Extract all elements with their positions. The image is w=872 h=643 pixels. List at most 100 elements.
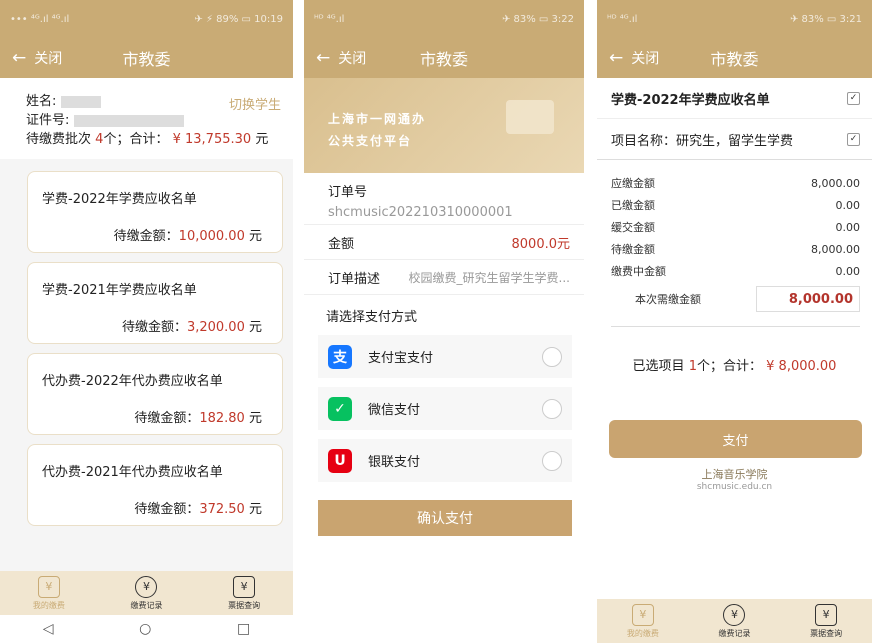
app-header: ← 关闭 市教委 — [0, 38, 293, 78]
close-button[interactable]: 关闭 — [631, 48, 659, 68]
detail-row: 缓交金额 0.00 — [597, 216, 872, 238]
pending-mid: 个；合计： — [103, 132, 169, 147]
id-redacted — [73, 114, 184, 127]
receipt-icon: ¥ — [815, 603, 838, 626]
confirm-payment-button[interactable]: 确认支付 — [318, 500, 572, 536]
switch-student-link[interactable]: 切换学生 — [229, 96, 281, 115]
bill-card[interactable]: 学费-2021年学费应收名单待缴金额：3,200.00 元 — [27, 262, 283, 344]
pay-button[interactable]: 支付 — [609, 420, 862, 458]
back-arrow-icon[interactable]: ← — [609, 48, 623, 68]
app-header: ← 关闭 市教委 — [304, 38, 584, 78]
bill-card[interactable]: 代办费-2022年代办费应收名单 待缴金额：182.80 元 — [27, 353, 283, 435]
bill-amount-line: 待缴金额：182.80 元 — [134, 407, 262, 426]
bill-amount: 182.80 — [199, 411, 245, 426]
pending-prefix: 待缴费批次 — [26, 132, 92, 147]
name-label: 姓名: — [26, 94, 57, 109]
status-bar: ••• ⁴ᴳ.ıl ⁴ᴳ.ıl ✈ ⚡ 89% ▭ 10:19 — [0, 0, 293, 38]
bill-amount-line: 待缴金额：372.50 元 — [134, 498, 262, 517]
status-left: ••• ⁴ᴳ.ıl ⁴ᴳ.ıl — [10, 13, 70, 25]
pending-unit: 元 — [255, 132, 269, 147]
order-value: shcmusic202210310000001 — [328, 205, 513, 220]
detail-value: 0.00 — [835, 220, 861, 234]
radio-button[interactable] — [542, 398, 562, 419]
detail-row: 已缴金额 0.00 — [597, 194, 872, 216]
status-right: ✈ 83% ▭ 3:21 — [789, 13, 862, 25]
status-bar: ᴴᴰ ⁴ᴳ.ıl ✈ 83% ▭ 3:21 — [597, 0, 872, 38]
bill-title-row[interactable]: 学费-2022年学费应收名单 ✓ — [597, 78, 872, 119]
tab-my-payments[interactable]: ¥ 我的缴费 — [32, 575, 65, 611]
tab-label: 我的缴费 — [626, 628, 659, 638]
bill-name: 学费-2021年学费应收名单 — [42, 283, 197, 298]
description-label: 订单描述 — [328, 271, 381, 287]
bill-amount-line: 待缴金额：10,000.00 元 — [114, 225, 262, 244]
order-number-row: 订单号 shcmusic202210310000001 — [304, 173, 584, 225]
bill-amount: 3,200.00 — [186, 320, 245, 335]
pending-summary: 待缴费批次 4个；合计： ¥ 13,755.30 元 — [26, 130, 273, 149]
back-arrow-icon[interactable]: ← — [316, 48, 330, 68]
receipt-icon: ¥ — [233, 575, 256, 598]
pending-total: ¥ 13,755.30 — [172, 132, 252, 147]
amount-unit: 元 — [248, 229, 262, 244]
amount-label: 待缴金额： — [134, 411, 200, 426]
close-button[interactable]: 关闭 — [34, 48, 62, 68]
summary-prefix: 已选项目 — [632, 359, 685, 374]
amount-label: 待缴金额： — [121, 320, 187, 335]
tab-payment-records[interactable]: ¥ 缴费记录 — [718, 603, 750, 639]
tab-receipt-query[interactable]: ¥ 票据查询 — [810, 603, 842, 639]
due-label: 本次需缴金额 — [635, 293, 701, 306]
bill-list-screen: ••• ⁴ᴳ.ıl ⁴ᴳ.ıl ✈ ⚡ 89% ▭ 10:19 ← 关闭 市教委… — [0, 0, 293, 643]
radio-button[interactable] — [542, 450, 562, 471]
nav-home-icon[interactable]: ○ — [139, 621, 151, 637]
detail-label: 缴费中金额 — [611, 265, 666, 278]
bill-amount: 372.50 — [199, 502, 245, 517]
status-left: ᴴᴰ ⁴ᴳ.ıl — [314, 13, 345, 25]
back-arrow-icon[interactable]: ← — [12, 48, 26, 68]
close-button[interactable]: 关闭 — [338, 48, 366, 68]
house-yuan-icon: ¥ — [631, 603, 654, 626]
platform-banner: 上海市一网通办 公共支付平台 — [304, 78, 584, 173]
bottom-tab-bar: ¥ 我的缴费 ¥ 缴费记录 ¥ 票据查询 — [597, 599, 872, 643]
tab-receipt-query[interactable]: ¥ 票据查询 — [228, 575, 260, 611]
checkbox-checked-icon[interactable]: ✓ — [847, 132, 860, 146]
amount-label: 待缴金额： — [134, 502, 200, 517]
order-label: 订单号 — [328, 185, 368, 200]
yuan-circle-icon: ¥ — [135, 575, 158, 598]
tab-my-payments[interactable]: ¥ 我的缴费 — [626, 603, 659, 639]
due-amount-row: 本次需缴金额 8,000.00 — [611, 286, 860, 327]
amount-row: 金额 8000.0元 — [304, 225, 584, 260]
app-header: ← 关闭 市教委 — [597, 38, 872, 78]
item-row[interactable]: 项目名称：研究生，留学生学费 ✓ — [597, 119, 872, 160]
detail-row: 应缴金额 8,000.00 — [597, 172, 872, 194]
unionpay-icon: U — [328, 448, 352, 473]
detail-label: 缓交金额 — [611, 221, 655, 234]
system-nav-bar: ◁ ○ □ — [0, 615, 293, 643]
description-row: 订单描述 校园缴费_研究生留学生学费... — [304, 260, 584, 295]
detail-row: 待缴金额 8,000.00 — [597, 238, 872, 260]
nav-recent-icon[interactable]: □ — [237, 621, 250, 637]
id-label: 证件号: — [26, 113, 70, 128]
nav-back-icon[interactable]: ◁ — [43, 621, 54, 637]
payment-option-label: 支付宝支付 — [368, 351, 434, 366]
bill-amount: 10,000.00 — [178, 229, 245, 244]
radio-button[interactable] — [542, 346, 562, 367]
detail-row: 缴费中金额 0.00 — [597, 260, 872, 282]
selection-summary: 已选项目 1个；合计： ¥ 8,000.00 — [597, 355, 872, 374]
detail-value: 8,000.00 — [811, 242, 860, 256]
status-right: ✈ ⚡ 89% ▭ 10:19 — [194, 13, 283, 25]
bill-amount-line: 待缴金额：3,200.00 元 — [122, 316, 262, 335]
checkbox-checked-icon[interactable]: ✓ — [847, 91, 860, 105]
bill-title: 学费-2022年学费应收名单 — [611, 92, 770, 108]
wechat-pay-icon: ✓ — [328, 396, 352, 421]
due-amount-input[interactable]: 8,000.00 — [756, 286, 860, 312]
banner-line1: 上海市一网通办 — [328, 112, 427, 126]
tab-label: 我的缴费 — [32, 600, 65, 610]
payment-option-alipay[interactable]: 支 支付宝支付 — [318, 335, 572, 378]
banner-line2: 公共支付平台 — [328, 134, 413, 148]
bill-card[interactable]: 学费-2022年学费应收名单 待缴金额：10,000.00 元 — [27, 171, 283, 253]
bill-card[interactable]: 代办费-2021年代办费应收名单 待缴金额：372.50 元 — [27, 444, 283, 526]
payment-option-wechat-pay[interactable]: ✓ 微信支付 — [318, 387, 572, 430]
tab-payment-records[interactable]: ¥ 缴费记录 — [130, 575, 162, 611]
payment-option-unionpay[interactable]: U 银联支付 — [318, 439, 572, 482]
bottom-tab-bar: ¥ 我的缴费 ¥ 缴费记录 ¥ 票据查询 — [0, 571, 293, 615]
amount-value: 8000.0元 — [511, 236, 571, 252]
